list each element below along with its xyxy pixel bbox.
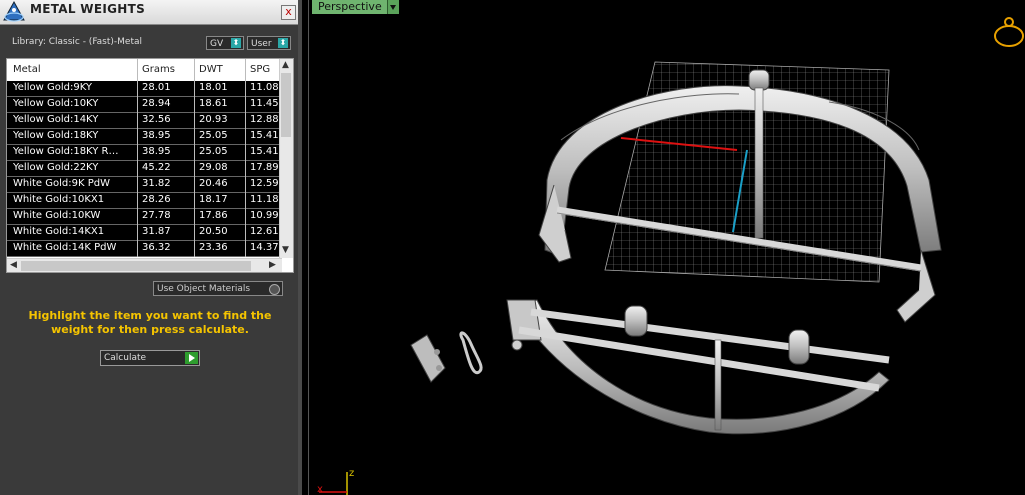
cell-spg: 15.41: [250, 130, 279, 141]
use-object-materials-label: Use Object Materials: [157, 284, 251, 294]
cell-dwt: 25.05: [199, 130, 228, 141]
cell-metal: Yellow Gold:14KY: [13, 114, 99, 125]
table-row[interactable]: White Gold:10KW 27.78 17.86 10.99: [7, 209, 282, 225]
cell-metal: Yellow Gold:18KY R…: [13, 146, 119, 157]
user-toggle-icon[interactable]: ⬍: [278, 38, 288, 48]
column-divider: [137, 59, 138, 257]
cell-metal: White Gold:10KX1: [13, 194, 105, 205]
cell-spg: 11.18: [250, 194, 279, 205]
cell-grams: 28.94: [142, 98, 171, 109]
table-row[interactable]: White Gold:9K PdW 31.82 20.46 12.59: [7, 177, 282, 193]
cell-grams: 28.26: [142, 194, 171, 205]
column-divider: [194, 59, 195, 257]
table-header: Metal Grams DWT SPG: [7, 59, 282, 82]
cell-dwt: 18.17: [199, 194, 228, 205]
cell-dwt: 23.36: [199, 242, 228, 253]
3d-viewport[interactable]: Perspective z x: [308, 0, 1025, 495]
cell-dwt: 29.08: [199, 162, 228, 173]
cell-spg: 11.45: [250, 98, 279, 109]
play-icon[interactable]: [185, 352, 198, 364]
scroll-right-icon[interactable]: ▶: [269, 260, 276, 270]
cell-dwt: 25.05: [199, 146, 228, 157]
panel-title-bar[interactable]: METAL WEIGHTS x: [0, 0, 298, 25]
cell-metal: Yellow Gold:10KY: [13, 98, 99, 109]
cell-spg: 17.89: [250, 162, 279, 173]
cell-metal: Yellow Gold:18KY: [13, 130, 99, 141]
cell-dwt: 20.46: [199, 178, 228, 189]
table-row[interactable]: White Gold:10KX1 28.26 18.17 11.18: [7, 193, 282, 209]
table-row[interactable]: Yellow Gold:9KY 28.01 18.01 11.08: [7, 81, 282, 97]
scroll-left-icon[interactable]: ◀: [10, 260, 17, 270]
gv-toggle-icon[interactable]: ⬍: [231, 38, 241, 48]
axis-z-label: z: [349, 468, 354, 479]
cell-spg: 14.37: [250, 242, 279, 253]
use-object-materials-option[interactable]: Use Object Materials: [153, 281, 283, 296]
metal-weights-icon: [2, 0, 26, 24]
cell-grams: 31.87: [142, 226, 171, 237]
cell-grams: 38.95: [142, 130, 171, 141]
table-row[interactable]: Yellow Gold:18KY R… 38.95 25.05 15.41: [7, 145, 282, 161]
vertical-scrollbar[interactable]: ▲ ▼: [279, 59, 293, 258]
cell-dwt: 18.61: [199, 98, 228, 109]
horizontal-scroll-thumb[interactable]: [21, 261, 251, 271]
cell-grams: 36.32: [142, 242, 171, 253]
metal-table: Metal Grams DWT SPG Yellow Gold:9KY 28.01…: [6, 58, 294, 273]
scene-render: z x: [317, 17, 1024, 495]
user-label: User: [251, 39, 272, 49]
cell-grams: 38.95: [142, 146, 171, 157]
cell-dwt: 17.86: [199, 210, 228, 221]
view-cube-icon[interactable]: [994, 17, 1024, 47]
cell-spg: 15.41: [250, 146, 279, 157]
cell-grams: 31.82: [142, 178, 171, 189]
cell-grams: 32.56: [142, 114, 171, 125]
cell-spg: 10.99: [250, 210, 279, 221]
cell-dwt: 18.01: [199, 82, 228, 93]
lower-ring-part: [506, 299, 890, 435]
cell-spg: 12.88: [250, 114, 279, 125]
cell-dwt: 20.93: [199, 114, 228, 125]
cell-grams: 28.01: [142, 82, 171, 93]
close-button[interactable]: x: [281, 5, 296, 20]
table-row[interactable]: Yellow Gold:22KY 45.22 29.08 17.89: [7, 161, 282, 177]
scroll-up-icon[interactable]: ▲: [282, 60, 289, 70]
table-row[interactable]: White Gold:14K PdW 36.32 23.36 14.37: [7, 241, 282, 257]
user-selector[interactable]: User ⬍: [247, 36, 291, 50]
column-header-metal[interactable]: Metal: [13, 64, 41, 75]
panel-title: METAL WEIGHTS: [30, 2, 146, 16]
cell-metal: White Gold:14K PdW: [13, 242, 117, 253]
axis-x-label: x: [317, 484, 323, 495]
axis-indicator: z x: [317, 468, 354, 495]
column-divider: [245, 59, 246, 257]
cell-spg: 12.59: [250, 178, 279, 189]
gv-selector[interactable]: GV ⬍: [206, 36, 244, 50]
cell-grams: 45.22: [142, 162, 171, 173]
table-row[interactable]: White Gold:14KX1 31.87 20.50 12.61: [7, 225, 282, 241]
horizontal-scrollbar[interactable]: ◀ ▶: [7, 258, 282, 272]
small-parts: [410, 331, 483, 383]
cell-metal: Yellow Gold:9KY: [13, 82, 92, 93]
vertical-scroll-thumb[interactable]: [281, 73, 291, 137]
instruction-text: Highlight the item you want to find the …: [28, 309, 272, 336]
cell-metal: Yellow Gold:22KY: [13, 162, 99, 173]
cell-metal: White Gold:10KW: [13, 210, 101, 221]
calculate-label: Calculate: [104, 353, 147, 363]
gv-label: GV: [210, 39, 224, 49]
calculate-button[interactable]: Calculate: [100, 350, 200, 366]
table-row[interactable]: Yellow Gold:10KY 28.94 18.61 11.45: [7, 97, 282, 113]
metal-weights-panel: METAL WEIGHTS x Library: Classic - (Fast…: [0, 0, 302, 495]
table-row[interactable]: Yellow Gold:14KY 32.56 20.93 12.88: [7, 113, 282, 129]
cell-dwt: 20.50: [199, 226, 228, 237]
column-header-dwt[interactable]: DWT: [199, 64, 223, 75]
library-label: Library: Classic - (Fast)-Metal: [12, 37, 143, 47]
table-row[interactable]: Yellow Gold:18KY 38.95 25.05 15.41: [7, 129, 282, 145]
use-object-materials-radio[interactable]: [269, 284, 280, 295]
cell-grams: 27.78: [142, 210, 171, 221]
cell-metal: White Gold:9K PdW: [13, 178, 110, 189]
cell-spg: 11.08: [250, 82, 279, 93]
cell-metal: White Gold:14KX1: [13, 226, 105, 237]
column-header-grams[interactable]: Grams: [142, 64, 175, 75]
column-header-spg[interactable]: SPG: [250, 64, 270, 75]
scroll-down-icon[interactable]: ▼: [282, 245, 289, 255]
cell-spg: 12.61: [250, 226, 279, 237]
